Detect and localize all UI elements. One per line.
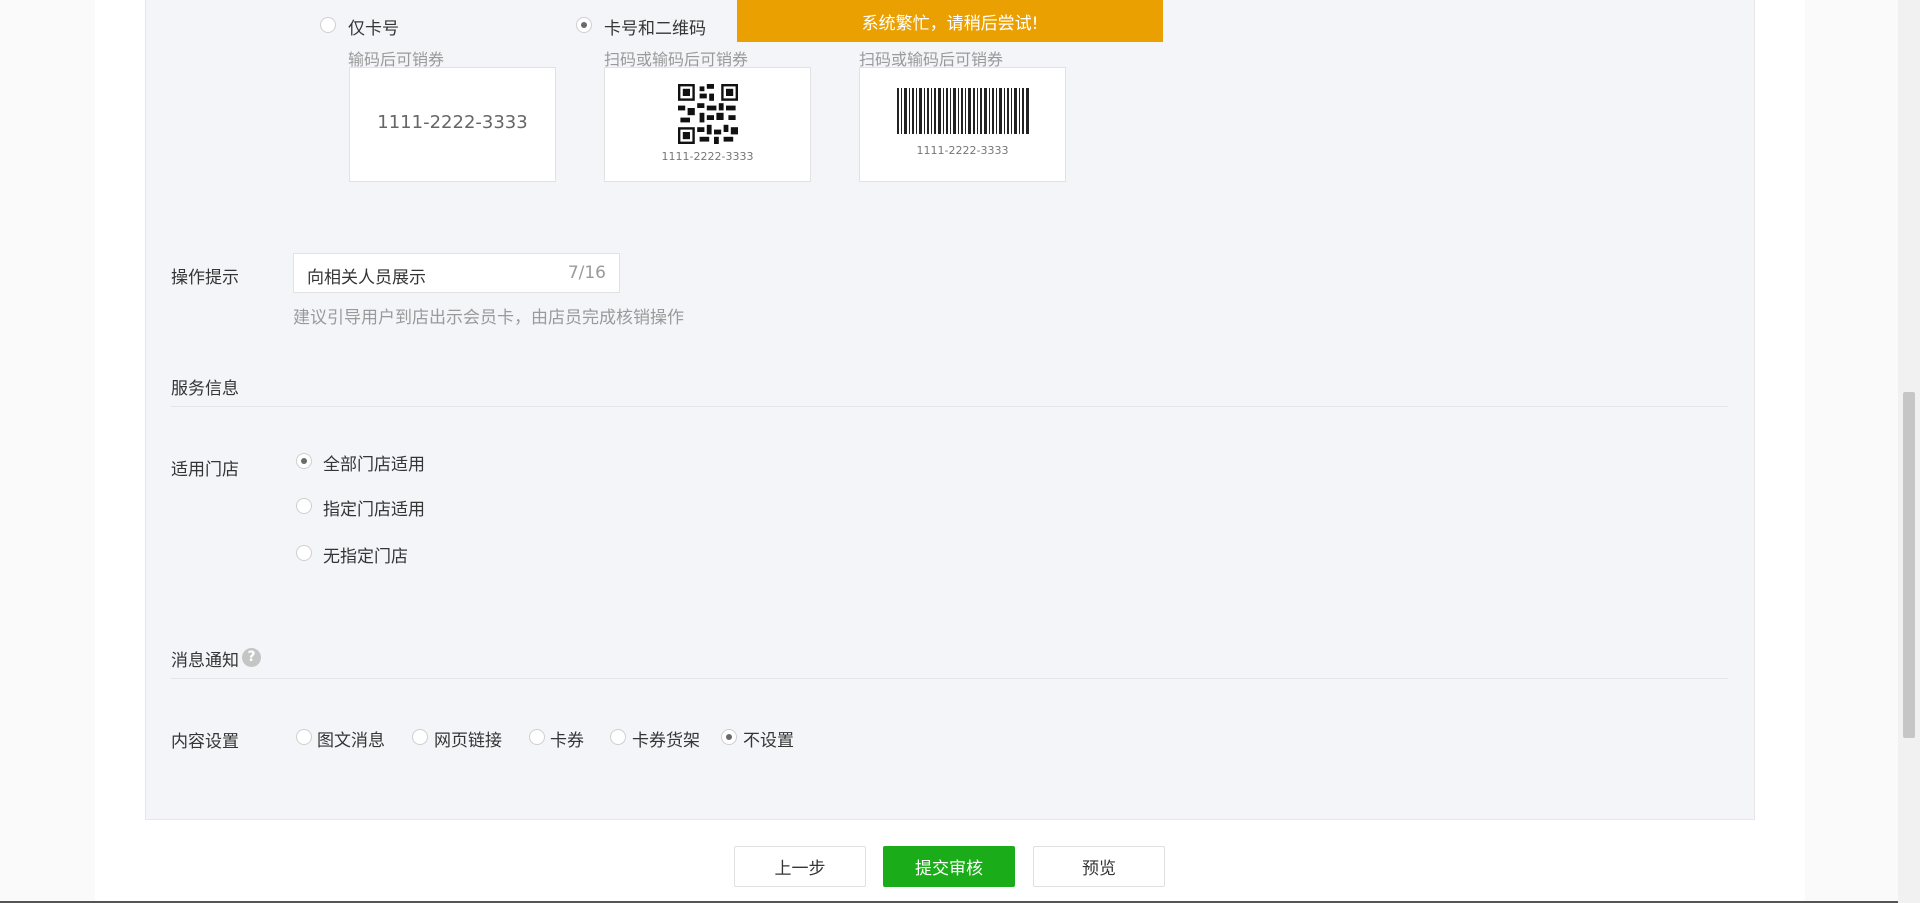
operation-tip-label: 操作提示 [171,268,239,288]
barcode-icon [897,88,1029,134]
radio-content-none[interactable] [721,729,737,745]
option-rich-message-label: 图文消息 [317,731,385,751]
preview-card-number-only: 1111-2222-3333 [349,67,556,182]
system-busy-toast: 系统繁忙，请稍后尝试! [737,0,1163,42]
previous-step-button[interactable]: 上一步 [734,846,866,887]
operation-tip-input[interactable]: 向相关人员展示 7/16 [293,253,620,293]
service-info-divider [171,406,1728,407]
option-coupon-shelf-label: 卡券货架 [632,731,700,751]
radio-content-coupon[interactable] [529,729,545,745]
preview-qrcode: 1111-2222-3333 [604,67,811,182]
radio-specified-stores[interactable] [296,498,312,514]
option-no-store-label: 无指定门店 [323,547,408,567]
preview-button[interactable]: 预览 [1033,846,1165,887]
option-card-number-only-label: 仅卡号 [348,19,399,39]
option-specified-stores-label: 指定门店适用 [323,500,425,520]
radio-content-rich-message[interactable] [296,729,312,745]
operation-tip-help: 建议引导用户到店出示会员卡，由店员完成核销操作 [293,308,684,328]
option-none-label: 不设置 [743,731,794,751]
help-icon[interactable]: ? [242,648,261,667]
preview-card-number-text: 1111-2222-3333 [377,112,528,133]
option-all-stores-label: 全部门店适用 [323,455,425,475]
option-coupon-label: 卡券 [550,731,584,751]
radio-card-number-only[interactable] [320,17,336,33]
preview-barcode-text: 1111-2222-3333 [916,144,1009,157]
notification-divider [171,678,1728,679]
radio-card-number-and-qrcode[interactable] [576,17,592,33]
radio-content-web-link[interactable] [412,729,428,745]
radio-no-store[interactable] [296,545,312,561]
radio-all-stores[interactable] [296,453,312,469]
operation-tip-value: 向相关人员展示 [307,268,426,288]
preview-barcode: 1111-2222-3333 [859,67,1066,182]
service-info-title: 服务信息 [171,379,239,399]
scrollbar-thumb[interactable] [1903,392,1915,738]
stores-label: 适用门店 [171,460,239,480]
qrcode-icon [678,84,738,144]
content-setting-label: 内容设置 [171,732,239,752]
radio-content-coupon-shelf[interactable] [610,729,626,745]
submit-review-button[interactable]: 提交审核 [883,846,1015,887]
operation-tip-counter: 7/16 [567,263,606,283]
option-web-link-label: 网页链接 [434,731,502,751]
option-card-number-and-qrcode-label: 卡号和二维码 [604,19,706,39]
notification-title: 消息通知 [171,651,239,671]
preview-qrcode-text: 1111-2222-3333 [661,150,754,163]
